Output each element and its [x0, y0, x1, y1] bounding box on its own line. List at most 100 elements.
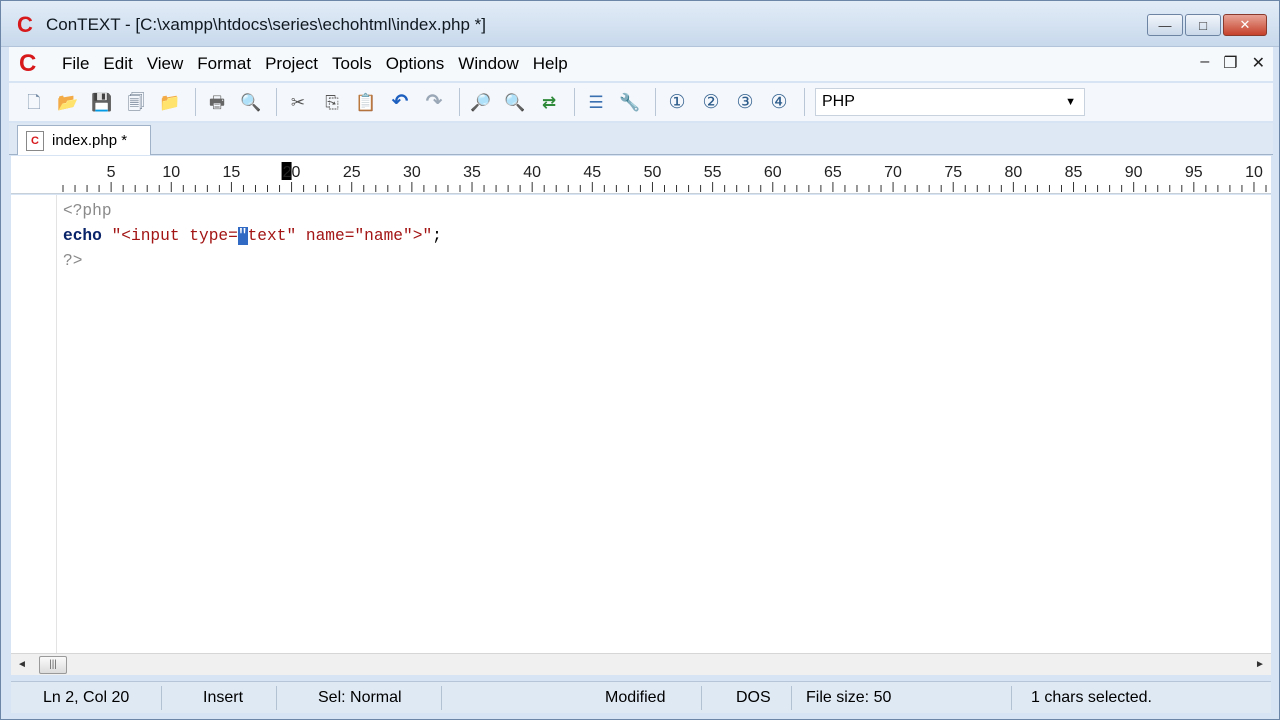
window-controls: — □ ✕ — [1147, 14, 1267, 36]
status-divider — [701, 686, 702, 710]
menu-project[interactable]: Project — [258, 54, 325, 74]
user-exec-3-button[interactable]: ③ — [730, 87, 760, 117]
tools-button[interactable]: 🔧 — [615, 87, 645, 117]
save-all-button[interactable]: 🗐 — [121, 87, 151, 117]
tab-index-php[interactable]: C index.php * — [17, 125, 151, 155]
ruler-label: 40 — [523, 164, 541, 181]
ruler-label: 55 — [704, 164, 722, 181]
scroll-thumb[interactable]: ||| — [39, 655, 67, 674]
toolbar-separator — [574, 88, 575, 116]
open-file-button[interactable]: 📂 — [53, 87, 83, 117]
menu-file[interactable]: File — [55, 54, 96, 74]
ruler-ticks: 5 10 15 20 25 30 35 40 45 50 55 60 65 70 75 80 85 90 95 10 — [62, 162, 1267, 192]
ruler-label: 30 — [403, 164, 421, 181]
copy-icon: ⎘ — [325, 92, 339, 112]
print-preview-icon: 🔍 — [240, 92, 262, 112]
code-token: ; — [432, 227, 442, 245]
title-bar[interactable]: C ConTEXT - [C:\xampp\htdocs\series\echo… — [1, 1, 1279, 47]
highlighter-select[interactable]: PHP ▼ — [815, 88, 1085, 116]
ruler-label: 70 — [884, 164, 902, 181]
code-editor[interactable]: <?php echo "<input type="text" name="name… — [11, 195, 1271, 653]
cut-button[interactable]: ✂ — [283, 87, 313, 117]
maximize-button[interactable]: □ — [1185, 14, 1221, 36]
horizontal-scrollbar[interactable]: ◄ ||| ► — [11, 653, 1271, 675]
find-button[interactable]: 🔎 — [466, 87, 496, 117]
status-cursor-position: Ln 2, Col 20 — [43, 689, 130, 706]
status-insert-mode[interactable]: Insert — [203, 689, 243, 707]
code-area[interactable]: <?php echo "<input type="text" name="name… — [63, 199, 442, 274]
menu-bar: C File Edit View Format Project Tools Op… — [9, 47, 1273, 81]
user-exec-4-icon: ④ — [770, 91, 788, 113]
print-preview-button[interactable]: 🔍 — [236, 87, 266, 117]
status-divider — [1011, 686, 1012, 710]
user-exec-4-button[interactable]: ④ — [764, 87, 794, 117]
close-button[interactable]: ✕ — [1223, 14, 1267, 36]
scroll-left-button[interactable]: ◄ — [11, 655, 33, 675]
menu-options[interactable]: Options — [379, 54, 452, 74]
ruler-label: 10 — [1245, 164, 1263, 181]
toolbar-separator — [276, 88, 277, 116]
document-system-menu-icon[interactable]: C — [19, 49, 49, 79]
status-chars-selected: 1 chars selected. — [1031, 689, 1152, 706]
scroll-right-button[interactable]: ► — [1249, 655, 1271, 675]
user-exec-2-button[interactable]: ② — [696, 87, 726, 117]
code-line[interactable]: <?php — [63, 199, 442, 224]
save-icon: 💾 — [91, 92, 113, 112]
code-token: text" name="name">" — [247, 227, 433, 245]
menu-view[interactable]: View — [140, 54, 191, 74]
redo-icon: ↷ — [425, 90, 443, 113]
document-window-controls: – ❐ ✕ — [1200, 53, 1265, 73]
code-token: echo — [63, 227, 102, 245]
new-file-icon: 🗋 — [27, 92, 41, 112]
paste-button[interactable]: 📋 — [351, 87, 381, 117]
status-divider — [161, 686, 162, 710]
paste-icon: 📋 — [355, 92, 377, 112]
user-exec-3-icon: ③ — [736, 91, 754, 113]
status-modified: Modified — [605, 689, 666, 706]
toolbar-separator — [195, 88, 196, 116]
ruler-label: 75 — [944, 164, 962, 181]
undo-button[interactable]: ↶ — [385, 87, 415, 117]
status-selection-mode: Sel: Normal — [318, 689, 402, 706]
status-divider — [791, 686, 792, 710]
save-button[interactable]: 💾 — [87, 87, 117, 117]
status-file-size: File size: 50 — [806, 689, 892, 706]
status-line-endings: DOS — [736, 689, 771, 706]
ruler-label: 90 — [1125, 164, 1143, 181]
find-next-button[interactable]: 🔍 — [500, 87, 530, 117]
php-file-icon: C — [26, 130, 44, 151]
doc-close-button[interactable]: ✕ — [1252, 53, 1265, 73]
redo-button[interactable]: ↷ — [419, 87, 449, 117]
replace-button[interactable]: ⇄ — [534, 87, 564, 117]
status-divider — [276, 686, 277, 710]
code-line[interactable]: ?> — [63, 249, 442, 274]
ruler-label: 25 — [343, 164, 361, 181]
menu-format[interactable]: Format — [190, 54, 258, 74]
code-line[interactable]: echo "<input type="text" name="name">"; — [63, 224, 442, 249]
app-window: C ConTEXT - [C:\xampp\htdocs\series\echo… — [0, 0, 1280, 720]
toolbar-separator — [459, 88, 460, 116]
editor-gutter — [11, 195, 57, 653]
menu-window[interactable]: Window — [451, 54, 525, 74]
open-project-button[interactable]: 📁 — [155, 87, 185, 117]
doc-restore-button[interactable]: ❐ — [1223, 53, 1237, 73]
status-divider — [441, 686, 442, 710]
print-button[interactable]: 🖶 — [202, 87, 232, 117]
ruler-label: 5 — [107, 164, 116, 181]
new-file-button[interactable]: 🗋 — [19, 87, 49, 117]
menu-help[interactable]: Help — [526, 54, 575, 74]
replace-icon: ⇄ — [541, 92, 557, 112]
ruler-label: 10 — [162, 164, 180, 181]
doc-minimize-button[interactable]: – — [1200, 53, 1209, 73]
ruler-label: 65 — [824, 164, 842, 181]
menu-tools[interactable]: Tools — [325, 54, 379, 74]
open-project-icon: 📁 — [159, 92, 181, 112]
menu-edit[interactable]: Edit — [96, 54, 139, 74]
open-folder-icon: 📂 — [57, 92, 79, 112]
file-list-button[interactable]: ☰ — [581, 87, 611, 117]
minimize-button[interactable]: — — [1147, 14, 1183, 36]
copy-button[interactable]: ⎘ — [317, 87, 347, 117]
user-exec-1-button[interactable]: ① — [662, 87, 692, 117]
ruler-label: 80 — [1004, 164, 1022, 181]
